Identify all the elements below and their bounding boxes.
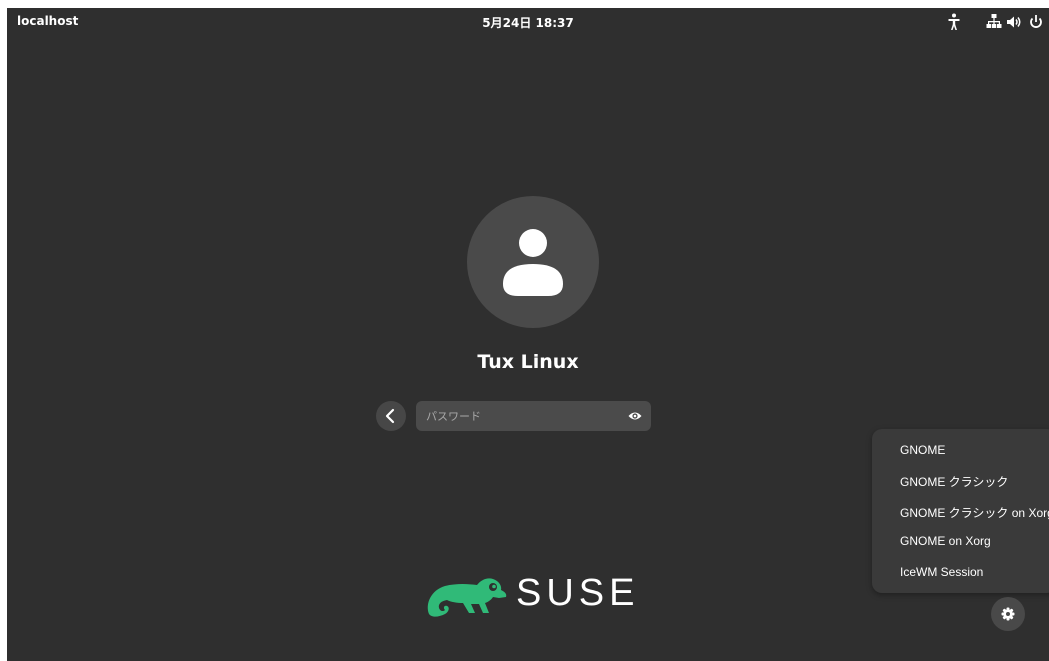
session-item-icewm[interactable]: IceWM Session bbox=[900, 565, 983, 579]
back-button[interactable] bbox=[376, 401, 406, 431]
eye-icon[interactable] bbox=[627, 408, 643, 424]
session-item-gnome[interactable]: GNOME bbox=[900, 443, 945, 457]
clock[interactable]: 5月24日 18:37 bbox=[7, 14, 1049, 31]
accessibility-icon[interactable] bbox=[945, 12, 963, 32]
power-icon[interactable] bbox=[1027, 12, 1045, 32]
session-item-gnome-xorg[interactable]: GNOME on Xorg bbox=[900, 534, 991, 548]
user-avatar-icon bbox=[467, 229, 599, 332]
top-bar: localhost 5月24日 18:37 bbox=[7, 8, 1049, 36]
password-input[interactable] bbox=[416, 401, 621, 431]
brand-name: SUSE bbox=[516, 572, 640, 614]
network-icon[interactable] bbox=[985, 12, 1003, 32]
suse-logo: SUSE bbox=[421, 570, 651, 620]
user-avatar bbox=[467, 196, 599, 328]
password-field[interactable] bbox=[416, 401, 651, 431]
chevron-left-icon bbox=[376, 408, 406, 435]
session-settings-button[interactable] bbox=[991, 597, 1025, 631]
session-item-gnome-classic[interactable]: GNOME クラシック bbox=[900, 473, 1008, 490]
login-screen: localhost 5月24日 18:37 Tux Linux GNOME GN… bbox=[7, 8, 1049, 661]
volume-icon[interactable] bbox=[1005, 12, 1023, 32]
session-item-gnome-classic-xorg[interactable]: GNOME クラシック on Xorg bbox=[900, 504, 1049, 521]
gear-icon bbox=[991, 607, 1025, 635]
username-label: Tux Linux bbox=[477, 351, 579, 373]
system-tray[interactable] bbox=[945, 12, 1045, 32]
session-menu: GNOME GNOME クラシック GNOME クラシック on Xorg GN… bbox=[872, 429, 1049, 593]
